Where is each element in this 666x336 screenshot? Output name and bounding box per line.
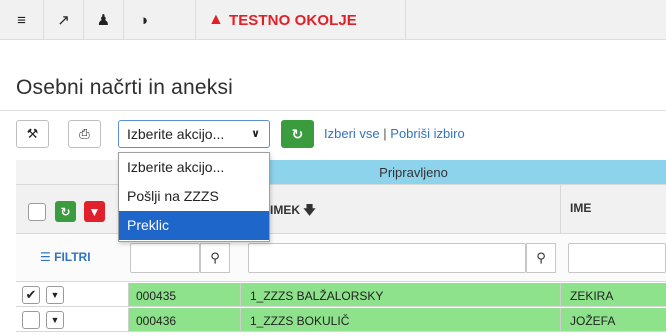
filter-list-icon: ☰: [40, 250, 51, 264]
cell-divider: [240, 283, 241, 307]
row-menu-button[interactable]: ▼: [46, 286, 64, 304]
surname-filter-input[interactable]: [248, 243, 526, 273]
id-filter-input[interactable]: [130, 243, 200, 273]
refresh-icon: ↻: [60, 204, 71, 219]
action-dropdown-list: Izberite akcijo... Pošlji na ZZZS Prekli…: [118, 152, 270, 242]
dropdown-option[interactable]: Pošlji na ZZZS: [119, 182, 269, 211]
select-all-link[interactable]: Izberi vse: [324, 126, 380, 141]
action-select[interactable]: Izberite akcijo... ∨: [118, 120, 270, 148]
title-divider: [0, 110, 666, 111]
id-filter-search-button[interactable]: ⚲: [200, 243, 230, 273]
warning-label: TESTNO OKOLJE: [228, 11, 357, 29]
filter-icon: ▼: [88, 204, 101, 219]
row-checkbox-checked[interactable]: ✔: [22, 286, 40, 304]
top-toolbar: ≡ ↗ ♟ ◑ ▲ TESTNO OKOLJE: [0, 0, 666, 40]
dropdown-option-highlighted[interactable]: Preklic: [119, 211, 269, 240]
clear-filter-button[interactable]: ▼: [84, 201, 105, 222]
surname-filter-search-button[interactable]: ⚲: [526, 243, 556, 273]
caret-down-icon: ▼: [50, 290, 60, 300]
refresh-button[interactable]: ↻: [281, 120, 314, 148]
cell-divider: [128, 283, 129, 307]
dropdown-option[interactable]: Izberite akcijo...: [119, 153, 269, 182]
refresh-icon: ↻: [291, 125, 304, 142]
row-menu-button[interactable]: ▼: [46, 311, 64, 329]
search-icon: ⚲: [536, 250, 546, 265]
settings-button[interactable]: ⚒: [16, 120, 49, 148]
row-name: ZEKIRA: [570, 289, 614, 303]
select-all-checkbox[interactable]: [28, 203, 46, 221]
sort-desc-icon: 🡇: [303, 203, 316, 217]
link-separator: |: [383, 126, 387, 141]
print-icon: ⎙: [79, 126, 90, 141]
row-id: 000435: [136, 289, 177, 303]
spy-user-icon[interactable]: ♟: [84, 0, 124, 40]
cell-divider: [128, 308, 129, 332]
cell-divider: [240, 308, 241, 332]
contrast-icon[interactable]: ◑: [124, 0, 196, 40]
external-link-icon[interactable]: ↗: [44, 0, 84, 40]
action-select-value: Izberite akcijo...: [127, 126, 225, 142]
clear-selection-link[interactable]: Pobriši izbiro: [390, 126, 464, 141]
row-surname: 1_ZZZS BOKULIČ: [250, 314, 350, 328]
print-button[interactable]: ⎙: [68, 120, 101, 148]
group-header-band: Pripravljeno: [240, 160, 666, 184]
selection-links: Izberi vse | Pobriši izbiro: [324, 126, 465, 141]
group-header-label: Pripravljeno: [379, 164, 448, 180]
header-refresh-button[interactable]: ↻: [55, 201, 76, 222]
row-checkbox[interactable]: [22, 311, 40, 329]
chevron-down-icon: ∨: [251, 128, 260, 140]
cell-divider: [560, 308, 561, 332]
name-filter-input[interactable]: [568, 243, 666, 273]
filters-label: FILTRI: [54, 250, 91, 264]
warning-icon: ▲: [208, 11, 224, 28]
column-divider: [560, 184, 561, 234]
column-header-name[interactable]: IME: [570, 201, 591, 215]
test-environment-warning: ▲ TESTNO OKOLJE: [196, 0, 406, 40]
row-name: JOŽEFA: [570, 314, 616, 328]
filters-toggle[interactable]: ☰ FILTRI: [40, 250, 91, 264]
row-id: 000436: [136, 314, 177, 328]
list-indent-icon[interactable]: ≡: [0, 0, 44, 40]
cell-divider: [560, 283, 561, 307]
row-surname: 1_ZZZS BALŽALORSKY: [250, 289, 384, 303]
search-icon: ⚲: [210, 250, 220, 265]
wrench-icon: ⚒: [26, 126, 39, 141]
page-title: Osebni načrti in aneksi: [16, 76, 234, 99]
caret-down-icon: ▼: [50, 315, 60, 325]
